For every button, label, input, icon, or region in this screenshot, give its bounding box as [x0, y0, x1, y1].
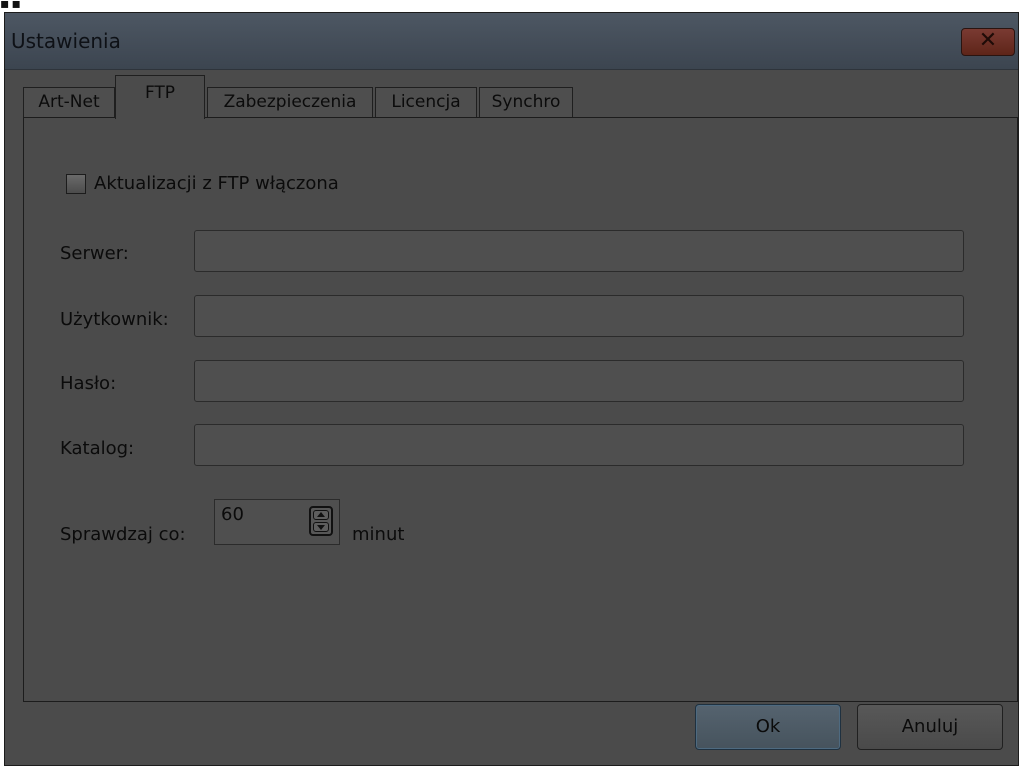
ftp-enable-label[interactable]: Aktualizacji z FTP włączona	[94, 172, 339, 196]
background-fragment: ▪▪	[0, 0, 23, 12]
server-input[interactable]	[194, 230, 964, 272]
spin-buttons[interactable]	[309, 506, 333, 536]
cancel-button[interactable]: Anuluj	[857, 704, 1003, 750]
tab-synchro[interactable]: Synchro	[479, 87, 573, 118]
ftp-enable-checkbox[interactable]	[66, 174, 86, 194]
tab-zabezpieczenia[interactable]: Zabezpieczenia	[207, 87, 373, 118]
user-input[interactable]	[194, 295, 964, 337]
dialog-title: Ustawienia	[11, 29, 121, 53]
ok-button[interactable]: Ok	[695, 704, 841, 750]
interval-unit: minut	[352, 524, 405, 545]
interval-label: Sprawdzaj co:	[60, 524, 186, 545]
directory-input[interactable]	[194, 424, 964, 466]
interval-spinbox[interactable]: 60	[214, 499, 340, 545]
tab-strip: Art-Net FTP Zabezpieczenia Licencja Sync…	[23, 75, 983, 119]
close-icon: ✕	[978, 28, 998, 53]
arrow-up-icon[interactable]	[313, 510, 329, 520]
server-label: Serwer:	[60, 243, 129, 264]
title-bar[interactable]: Ustawienia ✕	[5, 13, 1018, 70]
tab-art-net[interactable]: Art-Net	[23, 87, 115, 118]
password-label: Hasło:	[60, 373, 117, 394]
tab-licencja[interactable]: Licencja	[375, 87, 477, 118]
arrow-down-icon[interactable]	[313, 522, 329, 532]
password-input[interactable]	[194, 360, 964, 402]
interval-value[interactable]: 60	[221, 504, 244, 526]
user-label: Użytkownik:	[60, 309, 169, 330]
ftp-tab-panel: Aktualizacji z FTP włączona Serwer: Użyt…	[23, 117, 1018, 702]
tab-ftp[interactable]: FTP	[115, 75, 205, 119]
settings-dialog: Ustawienia ✕ Art-Net FTP Zabezpieczenia …	[4, 12, 1019, 766]
directory-label: Katalog:	[60, 438, 135, 459]
close-button[interactable]: ✕	[961, 28, 1015, 56]
